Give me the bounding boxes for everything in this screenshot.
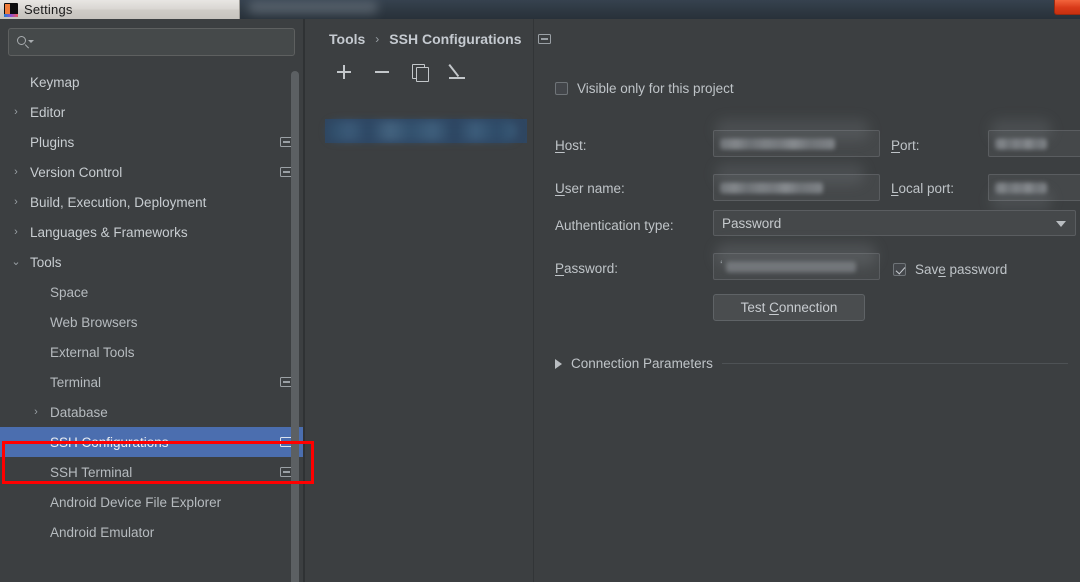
host-redaction-smear xyxy=(715,119,870,141)
app-title-group: Settings xyxy=(0,0,240,19)
test-connection-label: Test Connection xyxy=(740,300,838,315)
sidebar-item-label: Space xyxy=(50,284,89,300)
sidebar-item-ssh-configurations[interactable]: SSH Configurations xyxy=(0,427,303,457)
sidebar-item-label: Web Browsers xyxy=(50,314,138,330)
section-divider xyxy=(721,363,1068,364)
breadcrumb: Tools › SSH Configurations xyxy=(329,31,551,47)
save-password-label: Save password xyxy=(915,262,1008,277)
search-box[interactable] xyxy=(8,28,295,56)
chevron-down-icon xyxy=(1056,221,1066,227)
sidebar-item-label: Database xyxy=(50,404,108,420)
host-label-rest: ost: xyxy=(564,138,587,153)
chevron-right-icon[interactable]: › xyxy=(28,406,44,418)
sidebar-item-editor[interactable]: › Editor xyxy=(0,97,303,127)
password-label-rest: assword: xyxy=(564,261,619,276)
local-port-label-rest: ocal port: xyxy=(898,181,955,196)
settings-tree: Keymap › Editor Plugins › Version Control › Bui… xyxy=(0,67,303,582)
save-password-row: Save password xyxy=(893,262,1007,277)
visible-only-label: Visible only for this project xyxy=(577,81,734,96)
port-redaction-smear xyxy=(990,119,1052,141)
copy-configuration-button[interactable] xyxy=(409,61,431,83)
settings-dialog: Keymap › Editor Plugins › Version Control › Bui… xyxy=(0,19,1080,582)
chevron-right-icon[interactable]: › xyxy=(8,166,24,178)
sidebar-item-database[interactable]: › Database xyxy=(0,397,303,427)
local-port-label: Local port: xyxy=(891,181,955,196)
sidebar-item-version-control[interactable]: › Version Control xyxy=(0,157,303,187)
settings-sidebar: Keymap › Editor Plugins › Version Control › Bui… xyxy=(0,19,303,582)
sidebar-item-label: Tools xyxy=(30,254,62,270)
sidebar-item-ssh-terminal[interactable]: SSH Terminal xyxy=(0,457,303,487)
ssh-configurations-list xyxy=(305,91,533,582)
user-name-label: User name: xyxy=(555,181,625,196)
sidebar-item-plugins[interactable]: Plugins xyxy=(0,127,303,157)
user-name-label-rest: ser name: xyxy=(564,181,625,196)
chevron-right-icon[interactable]: › xyxy=(8,106,24,118)
chevron-right-icon[interactable]: › xyxy=(8,196,24,208)
auth-type-select[interactable]: Password xyxy=(713,210,1076,236)
port-label-rest: ort: xyxy=(900,138,920,153)
remove-configuration-button[interactable] xyxy=(371,61,393,83)
user-name-redaction-smear xyxy=(715,163,865,185)
chevron-right-icon[interactable]: › xyxy=(8,226,24,238)
chevron-right-icon xyxy=(555,358,562,369)
sidebar-item-label: SSH Configurations xyxy=(50,434,169,450)
settings-content: Tools › SSH Configurations Visible only … xyxy=(305,19,1080,582)
sidebar-scrollbar-thumb[interactable] xyxy=(291,71,299,582)
window-close-button[interactable] xyxy=(1054,0,1080,15)
sidebar-item-label: Build, Execution, Deployment xyxy=(30,194,207,210)
sidebar-item-label: Android Device File Explorer xyxy=(50,494,222,510)
chevron-down-icon[interactable]: ⌄ xyxy=(8,256,24,268)
settings-window: Settings Keymap › Editor Plugins › Version Co… xyxy=(0,0,1080,582)
sidebar-item-label: SSH Terminal xyxy=(50,464,133,480)
password-label: Password: xyxy=(555,261,619,276)
search-icon xyxy=(17,35,34,49)
intellij-logo-icon xyxy=(4,2,18,17)
test-connection-button[interactable]: Test Connection xyxy=(713,294,865,321)
sidebar-item-android-emulator[interactable]: Android Emulator xyxy=(0,517,303,547)
breadcrumb-current: SSH Configurations xyxy=(389,31,522,47)
sidebar-item-space[interactable]: Space xyxy=(0,277,303,307)
sidebar-item-label: External Tools xyxy=(50,344,135,360)
edit-configuration-button[interactable] xyxy=(447,61,469,83)
config-list-toolbar xyxy=(333,61,469,83)
host-label: Host: xyxy=(555,138,587,153)
sidebar-item-label: Languages & Frameworks xyxy=(30,224,188,240)
window-title: Settings xyxy=(24,2,73,17)
sidebar-item-label: Terminal xyxy=(50,374,102,390)
save-password-checkbox[interactable] xyxy=(893,263,906,276)
sidebar-item-tools[interactable]: ⌄ Tools xyxy=(0,247,303,277)
sidebar-item-android-device-file-explorer[interactable]: Android Device File Explorer xyxy=(0,487,303,517)
sidebar-item-keymap[interactable]: Keymap xyxy=(0,67,303,97)
search-input[interactable] xyxy=(33,35,294,49)
password-redaction-smear xyxy=(715,243,877,267)
auth-type-label: Authentication type: xyxy=(555,218,674,233)
list-item-redaction xyxy=(327,121,517,141)
sidebar-item-label: Editor xyxy=(30,104,66,120)
visible-only-checkbox[interactable] xyxy=(555,82,568,95)
connection-parameters-label: Connection Parameters xyxy=(571,356,713,371)
sidebar-item-external-tools[interactable]: External Tools xyxy=(0,337,303,367)
sidebar-item-terminal[interactable]: Terminal xyxy=(0,367,303,397)
sidebar-item-build-execution-deployment[interactable]: › Build, Execution, Deployment xyxy=(0,187,303,217)
ssh-configuration-form: Visible only for this project Host: Port… xyxy=(533,19,1080,582)
connection-parameters-section[interactable]: Connection Parameters xyxy=(555,356,1068,371)
breadcrumb-parent[interactable]: Tools xyxy=(329,31,365,47)
sidebar-item-label: Keymap xyxy=(30,74,80,90)
sidebar-item-label: Plugins xyxy=(30,134,75,150)
search-area xyxy=(0,19,303,56)
port-label: Port: xyxy=(891,138,920,153)
sidebar-item-web-browsers[interactable]: Web Browsers xyxy=(0,307,303,337)
os-title-bar: Settings xyxy=(0,0,1080,19)
sidebar-item-languages-frameworks[interactable]: › Languages & Frameworks xyxy=(0,217,303,247)
add-configuration-button[interactable] xyxy=(333,61,355,83)
breadcrumb-separator: › xyxy=(375,32,380,46)
sidebar-item-label: Android Emulator xyxy=(50,524,155,540)
auth-type-value: Password xyxy=(722,215,782,231)
desktop-blur-title xyxy=(248,1,378,14)
sidebar-item-label: Version Control xyxy=(30,164,123,180)
local-port-redaction-smear xyxy=(990,189,1052,211)
visible-only-row: Visible only for this project xyxy=(555,81,734,96)
